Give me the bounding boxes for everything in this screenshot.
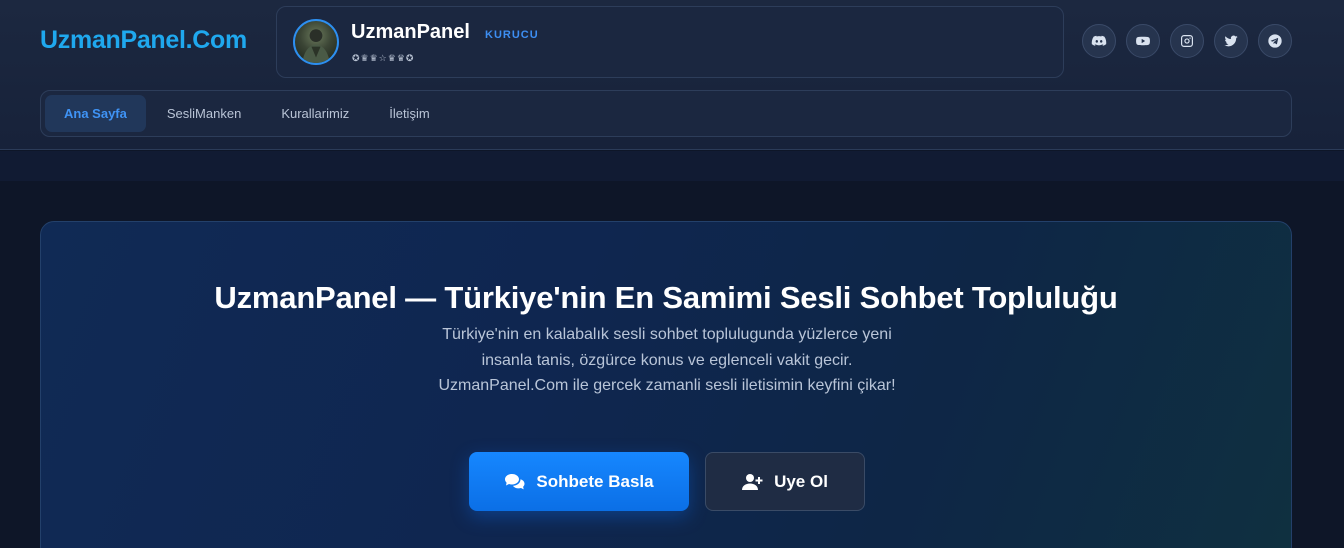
profile-rank-badges: ✪♛♛☆♛♛✪ bbox=[352, 53, 415, 63]
comments-icon bbox=[504, 473, 526, 491]
start-chat-label: Sohbete Basla bbox=[536, 471, 654, 491]
user-plus-icon bbox=[742, 473, 764, 491]
hero-description: Türkiye'nin en kalabalık sesli sohbet to… bbox=[438, 326, 896, 394]
sign-up-label: Uye Ol bbox=[774, 471, 828, 491]
telegram-icon bbox=[1268, 34, 1282, 48]
discord-icon bbox=[1091, 35, 1107, 46]
youtube-button[interactable] bbox=[1126, 24, 1160, 58]
main-nav: Ana Sayfa SesliManken Kurallarimiz İleti… bbox=[40, 90, 1292, 137]
telegram-button[interactable] bbox=[1258, 24, 1292, 58]
hero-section: UzmanPanel — Türkiye'nin En Samimi Sesli… bbox=[40, 221, 1292, 548]
nav-item-sesli-manken[interactable]: SesliManken bbox=[148, 95, 260, 132]
profile-role-badge: KURUCU bbox=[485, 29, 539, 41]
youtube-icon bbox=[1136, 36, 1150, 46]
twitter-button[interactable] bbox=[1214, 24, 1248, 58]
instagram-icon bbox=[1181, 35, 1193, 47]
profile-card[interactable]: UzmanPanel KURUCU ✪♛♛☆♛♛✪ bbox=[276, 6, 1064, 78]
start-chat-button[interactable]: Sohbete Basla bbox=[469, 452, 689, 511]
header-band bbox=[0, 151, 1344, 181]
nav-item-kurallarimiz[interactable]: Kurallarimiz bbox=[262, 95, 368, 132]
profile-name: UzmanPanel bbox=[351, 21, 470, 43]
social-links bbox=[1082, 24, 1292, 58]
instagram-button[interactable] bbox=[1170, 24, 1204, 58]
avatar[interactable] bbox=[293, 19, 339, 65]
hero-title: UzmanPanel — Türkiye'nin En Samimi Sesli… bbox=[214, 280, 1118, 315]
nav-item-iletisim[interactable]: İletişim bbox=[370, 95, 448, 132]
twitter-icon bbox=[1224, 35, 1238, 47]
nav-item-ana-sayfa[interactable]: Ana Sayfa bbox=[45, 95, 146, 132]
site-logo-text[interactable]: UzmanPanel.Com bbox=[40, 26, 247, 55]
sign-up-button[interactable]: Uye Ol bbox=[705, 452, 865, 511]
discord-button[interactable] bbox=[1082, 24, 1116, 58]
